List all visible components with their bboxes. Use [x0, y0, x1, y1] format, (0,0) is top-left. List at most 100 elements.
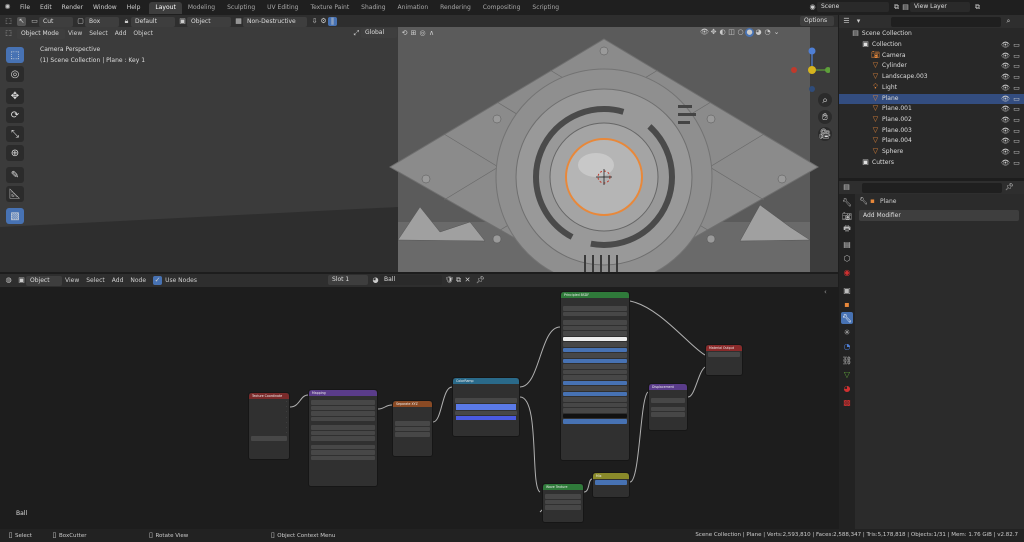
render-toggle-icon[interactable]: ▭	[1012, 148, 1021, 157]
default-dropdown[interactable]: Default	[131, 16, 175, 27]
visibility-eye-icon[interactable]: 👁︎	[1001, 84, 1010, 93]
mapping-type-field[interactable]	[311, 400, 375, 405]
visibility-eye-icon[interactable]: 👁︎	[1001, 41, 1010, 50]
visibility-eye-icon[interactable]: 👁︎	[1001, 159, 1010, 168]
texture-tab-icon[interactable]: ▩	[841, 396, 853, 408]
modifier-tab-icon[interactable]: 🔧︎	[841, 312, 853, 324]
menu-render[interactable]: Render	[57, 0, 88, 15]
separate-x-field[interactable]	[395, 421, 430, 426]
ramp-gradient[interactable]	[456, 403, 516, 410]
render-toggle-icon[interactable]: ▭	[1012, 52, 1021, 61]
node-menu-node[interactable]: Node	[130, 277, 146, 284]
visibility-eye-icon[interactable]: 👁︎	[1001, 62, 1010, 71]
camera-view-icon[interactable]: 🎥︎	[818, 127, 832, 141]
bsdf-sheen[interactable]	[563, 375, 627, 380]
visibility-eye-icon[interactable]: 👁︎	[1001, 116, 1010, 125]
bsdf-subsurface-color[interactable]	[563, 336, 627, 341]
unlink-material-icon[interactable]: ✕	[463, 276, 472, 285]
object-picker-field[interactable]	[251, 436, 287, 441]
bsdf-ior[interactable]	[563, 397, 627, 402]
render-toggle-icon[interactable]: ▭	[1012, 137, 1021, 146]
mapping-location-y[interactable]	[311, 411, 375, 416]
select-mode-icon[interactable]: ↖	[17, 17, 26, 26]
mapping-rotation-x[interactable]	[311, 425, 375, 430]
particles-tab-icon[interactable]: ✳	[841, 326, 853, 338]
bsdf-clearcoat[interactable]	[563, 386, 627, 391]
move-tool-icon[interactable]: ✥	[6, 88, 24, 104]
output-tab-icon[interactable]: 🖶︎	[841, 224, 853, 236]
tab-rendering[interactable]: Rendering	[434, 2, 477, 14]
shading-wire-icon[interactable]: ○	[736, 28, 745, 37]
object-tab-icon[interactable]: ▪	[841, 298, 853, 310]
constraints-tab-icon[interactable]: ⛓︎	[841, 354, 853, 366]
visibility-eye-icon[interactable]: 👁︎	[1001, 95, 1010, 104]
tool-tab-icon[interactable]: 🔧︎	[841, 196, 853, 208]
visibility-eye-icon[interactable]: 👁︎	[1001, 137, 1010, 146]
render-toggle-icon[interactable]: ▭	[1012, 62, 1021, 71]
mapping-location-z[interactable]	[311, 416, 375, 421]
mapping-scale-y[interactable]	[311, 450, 375, 455]
displacement-node[interactable]: Displacement	[648, 383, 688, 431]
principled-bsdf-node[interactable]: Principled BSDF	[560, 291, 630, 461]
scene-tab-icon[interactable]: ⬡	[841, 252, 853, 264]
mapping-location-x[interactable]	[311, 405, 375, 410]
viewport-menu-add[interactable]: Add	[115, 30, 127, 37]
color-ramp-node[interactable]: ColorRamp	[452, 377, 520, 437]
fake-user-icon[interactable]: 🛡︎	[445, 276, 454, 285]
annotate-tool-icon[interactable]: ✎	[6, 167, 24, 183]
transform-orientation[interactable]: Global	[361, 28, 397, 38]
pivot-icon[interactable]: ⟲	[400, 29, 409, 38]
material-name-field[interactable]: Ball	[380, 275, 442, 285]
cursor-tool-icon[interactable]: ◎	[6, 66, 24, 82]
outliner-item[interactable]: ▽ Plane.002 👁︎ ▭	[839, 115, 1024, 126]
visibility-eye-icon[interactable]: 👁︎	[1001, 52, 1010, 61]
shading-render-icon[interactable]: ◔	[763, 28, 772, 37]
outliner-item[interactable]: ▣ Cutters 👁︎ ▭	[839, 158, 1024, 169]
measure-tool-icon[interactable]: 📐︎	[6, 186, 24, 202]
mapping-scale-z[interactable]	[311, 455, 375, 460]
menu-edit[interactable]: Edit	[35, 0, 57, 15]
transform-tool-icon[interactable]: ⊕	[6, 145, 24, 161]
copy-material-icon[interactable]: ⧉	[454, 276, 463, 285]
tab-animation[interactable]: Animation	[392, 2, 435, 14]
render-toggle-icon[interactable]: ▭	[1012, 84, 1021, 93]
scene-copy-icon[interactable]: ⧉	[892, 3, 901, 12]
collection-tab-icon[interactable]: ▣	[841, 284, 853, 296]
outliner-item[interactable]: ▽ Cylinder 👁︎ ▭	[839, 61, 1024, 72]
ramp-controls[interactable]	[455, 398, 517, 403]
visibility-icon[interactable]: 👁︎	[700, 28, 709, 37]
3d-viewport[interactable]: Camera Perspective (1) Scene Collection …	[0, 27, 838, 272]
display-mode-icon[interactable]: ▾	[854, 17, 863, 26]
mix-node[interactable]: Mix	[592, 472, 630, 498]
view-layer-copy-icon[interactable]: ⧉	[973, 3, 982, 12]
tab-texture-paint[interactable]: Texture Paint	[304, 2, 355, 14]
boxcutter-tool-icon[interactable]: ▧	[6, 208, 24, 224]
bsdf-clearcoat-roughness[interactable]	[563, 391, 627, 396]
bsdf-transmission-roughness[interactable]	[563, 408, 627, 413]
mapping-rotation-y[interactable]	[311, 430, 375, 435]
texture-coordinate-node[interactable]: Texture Coordinate · · · · · · ·	[248, 392, 290, 460]
wave-distortion-field[interactable]	[545, 505, 581, 510]
render-toggle-icon[interactable]: ▭	[1012, 105, 1021, 114]
bsdf-metallic[interactable]	[563, 342, 627, 347]
bsdf-specular[interactable]	[563, 347, 627, 352]
visibility-eye-icon[interactable]: 👁︎	[1001, 127, 1010, 136]
bsdf-specular-tint[interactable]	[563, 353, 627, 358]
data-tab-icon[interactable]: ▽	[841, 368, 853, 380]
blender-logo-icon[interactable]: ✺	[3, 3, 12, 12]
mode-dropdown[interactable]: Non-Destructive	[243, 16, 307, 27]
wave-texture-node[interactable]: Wave Texture	[542, 483, 584, 523]
select-box-tool-icon[interactable]: ⬚	[6, 47, 24, 63]
node-sidebar-toggle-icon[interactable]: ‹	[824, 288, 827, 296]
viewport-editor-icon[interactable]: ⬚	[4, 29, 13, 38]
outliner-scene-collection[interactable]: ▤ Scene Collection	[839, 29, 1024, 40]
output-target-field[interactable]	[708, 352, 740, 357]
zoom-icon[interactable]: ⌕	[818, 93, 832, 107]
shader-type-dropdown[interactable]: Object	[26, 275, 62, 286]
pan-icon[interactable]: ✋︎	[818, 110, 832, 124]
render-toggle-icon[interactable]: ▭	[1012, 127, 1021, 136]
visibility-eye-icon[interactable]: 👁︎	[1001, 105, 1010, 114]
outliner-item[interactable]: ▽ Plane.004 👁︎ ▭	[839, 136, 1024, 147]
tab-uv-editing[interactable]: UV Editing	[261, 2, 304, 14]
add-modifier-dropdown[interactable]: Add Modifier	[859, 210, 1019, 221]
